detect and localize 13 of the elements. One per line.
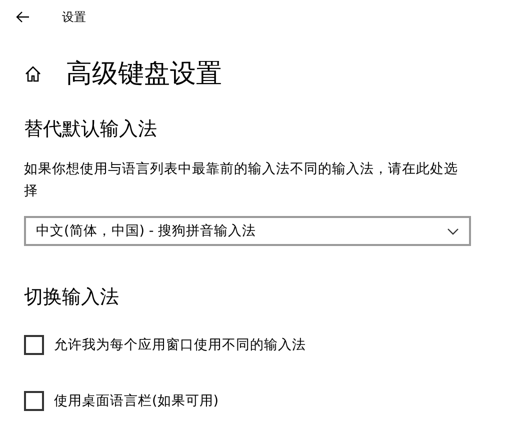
chevron-down-icon xyxy=(447,228,459,234)
back-arrow-icon xyxy=(16,11,30,23)
section-heading: 替代默认输入法 xyxy=(24,117,158,142)
checkbox[interactable] xyxy=(24,335,44,355)
home-icon[interactable] xyxy=(24,65,42,83)
page-heading: 高级键盘设置 xyxy=(66,58,222,90)
checkbox-label: 使用桌面语言栏(如果可用) xyxy=(54,392,219,411)
input-method-dropdown[interactable]: 中文(简体，中国) - 搜狗拼音输入法 xyxy=(24,216,471,246)
description-text: 如果你想使用与语言列表中最靠前的输入法不同的输入法，请在此处选择 xyxy=(24,160,459,201)
section-heading: 切换输入法 xyxy=(24,285,120,310)
window-title: 设置 xyxy=(62,9,86,26)
checkbox-label: 允许我为每个应用窗口使用不同的输入法 xyxy=(54,336,306,355)
checkbox[interactable] xyxy=(24,391,44,411)
